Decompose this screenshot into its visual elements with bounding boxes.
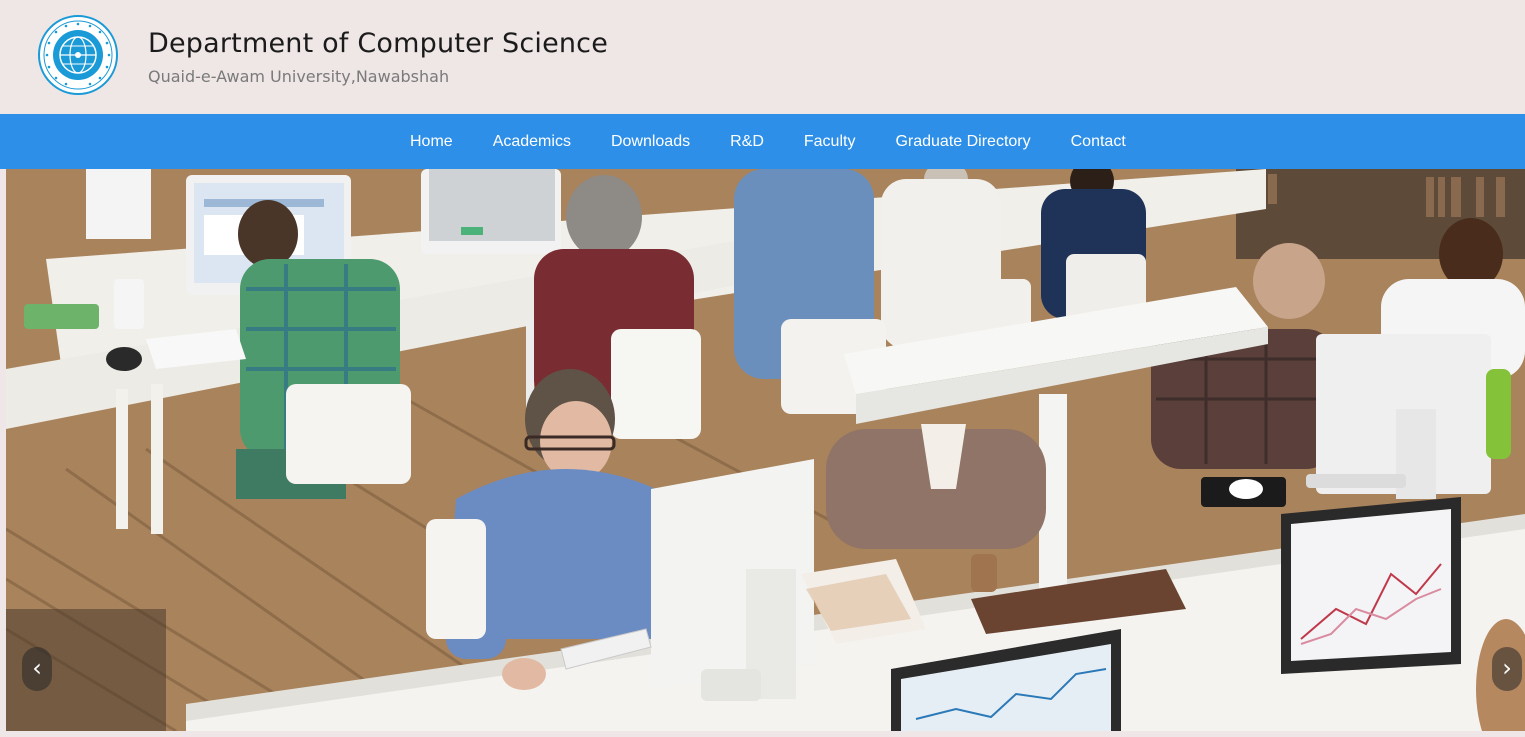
nav-item-downloads[interactable]: Downloads	[591, 114, 710, 169]
page-subtitle: Quaid-e-Awam University,Nawabshah	[148, 67, 450, 86]
university-seal-icon[interactable]	[38, 15, 118, 95]
site-header: Department of Computer Science Quaid-e-A…	[0, 0, 1525, 114]
nav-item-graduate-directory[interactable]: Graduate Directory	[875, 114, 1050, 169]
hero-carousel: ‹ ›	[6, 169, 1525, 731]
carousel-slide-image	[6, 169, 1525, 731]
page-title: Department of Computer Science	[148, 28, 609, 59]
nav-item-contact[interactable]: Contact	[1051, 114, 1146, 169]
nav-list: Home Academics Downloads R&D Faculty Gra…	[390, 114, 1146, 169]
nav-item-rnd[interactable]: R&D	[710, 114, 784, 169]
carousel-prev-button[interactable]: ‹	[22, 647, 52, 691]
main-navbar: Home Academics Downloads R&D Faculty Gra…	[0, 114, 1525, 169]
carousel-next-button[interactable]: ›	[1492, 647, 1522, 691]
nav-item-faculty[interactable]: Faculty	[784, 114, 876, 169]
nav-item-academics[interactable]: Academics	[473, 114, 591, 169]
bottom-strip	[0, 731, 1525, 737]
nav-item-home[interactable]: Home	[390, 114, 473, 169]
